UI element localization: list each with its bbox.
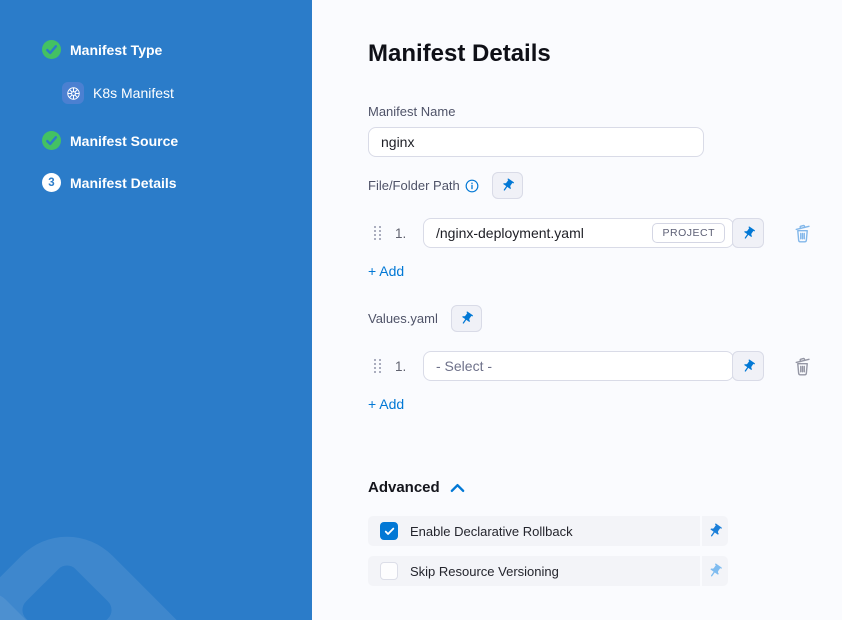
chevron-up-icon [450,483,465,493]
skip-versioning-checkbox[interactable] [380,562,398,580]
add-values-yaml-link[interactable]: + Add [368,396,404,412]
file-path-input-group: /nginx-deployment.yaml PROJECT [423,218,764,248]
runtime-input-pin-button[interactable] [702,556,728,586]
file-folder-path-label: File/Folder Path [368,178,460,193]
row-index: 1. [395,226,409,241]
step-manifest-type[interactable]: Manifest Type [42,40,178,59]
runtime-input-pin-button[interactable] [732,218,764,248]
wizard-sidebar: Manifest Type [0,0,312,620]
step-number-badge: 3 [42,173,61,192]
trash-icon [792,222,813,245]
step-label: Manifest Type [70,42,162,58]
option-main: Enable Declarative Rollback [368,516,700,546]
option-row-declarative-rollback: Enable Declarative Rollback [368,516,728,546]
file-path-row: 1. /nginx-deployment.yaml PROJECT [368,218,842,248]
values-yaml-row: 1. - Select - [368,351,842,381]
substep-label: K8s Manifest [93,85,174,101]
kubernetes-icon [62,82,84,104]
pin-icon [707,563,723,579]
values-yaml-select[interactable]: - Select - [423,351,734,381]
file-path-input[interactable]: /nginx-deployment.yaml PROJECT [423,218,734,248]
delete-row-button[interactable] [792,222,813,245]
option-main: Skip Resource Versioning [368,556,700,586]
values-yaml-header: Values.yaml [368,305,842,332]
select-placeholder: - Select - [436,358,725,374]
runtime-input-pin-button[interactable] [702,516,728,546]
substep-k8s-manifest[interactable]: K8s Manifest [62,82,178,104]
values-yaml-input-group: - Select - [423,351,764,381]
pin-icon [707,523,723,539]
step-label: Manifest Source [70,133,178,149]
check-icon [383,525,396,538]
file-folder-path-header: File/Folder Path [368,172,842,199]
check-circle-icon [42,40,61,59]
pin-icon [459,311,474,326]
runtime-input-pin-button[interactable] [492,172,523,199]
page-title: Manifest Details [368,40,842,68]
option-row-skip-versioning: Skip Resource Versioning [368,556,728,586]
step-manifest-details[interactable]: 3 Manifest Details [42,173,178,192]
pin-icon [741,226,756,241]
values-yaml-label: Values.yaml [368,311,438,326]
delete-row-button[interactable] [792,355,813,378]
scope-badge: PROJECT [652,223,725,243]
add-file-path-link[interactable]: + Add [368,263,404,279]
option-label: Enable Declarative Rollback [410,524,573,539]
declarative-rollback-checkbox[interactable] [380,522,398,540]
drag-handle[interactable] [374,226,381,240]
manifest-wizard: Manifest Type [0,0,842,620]
drag-handle[interactable] [374,359,381,373]
check-circle-icon [42,131,61,150]
manifest-details-panel: Manifest Details Manifest Name File/Fold… [312,0,842,620]
manifest-name-input[interactable] [368,127,704,157]
advanced-label: Advanced [368,479,440,496]
runtime-input-pin-button[interactable] [451,305,482,332]
option-label: Skip Resource Versioning [410,564,559,579]
manifest-name-label: Manifest Name [368,104,842,119]
row-index: 1. [395,359,409,374]
info-icon[interactable] [465,179,479,193]
step-label: Manifest Details [70,175,177,191]
trash-icon [792,355,813,378]
wizard-steps: Manifest Type [42,40,178,192]
advanced-toggle[interactable]: Advanced [368,479,842,496]
runtime-input-pin-button[interactable] [732,351,764,381]
file-path-value: /nginx-deployment.yaml [436,225,652,241]
pin-icon [500,178,515,193]
pin-icon [741,359,756,374]
step-manifest-source[interactable]: Manifest Source [42,131,178,150]
